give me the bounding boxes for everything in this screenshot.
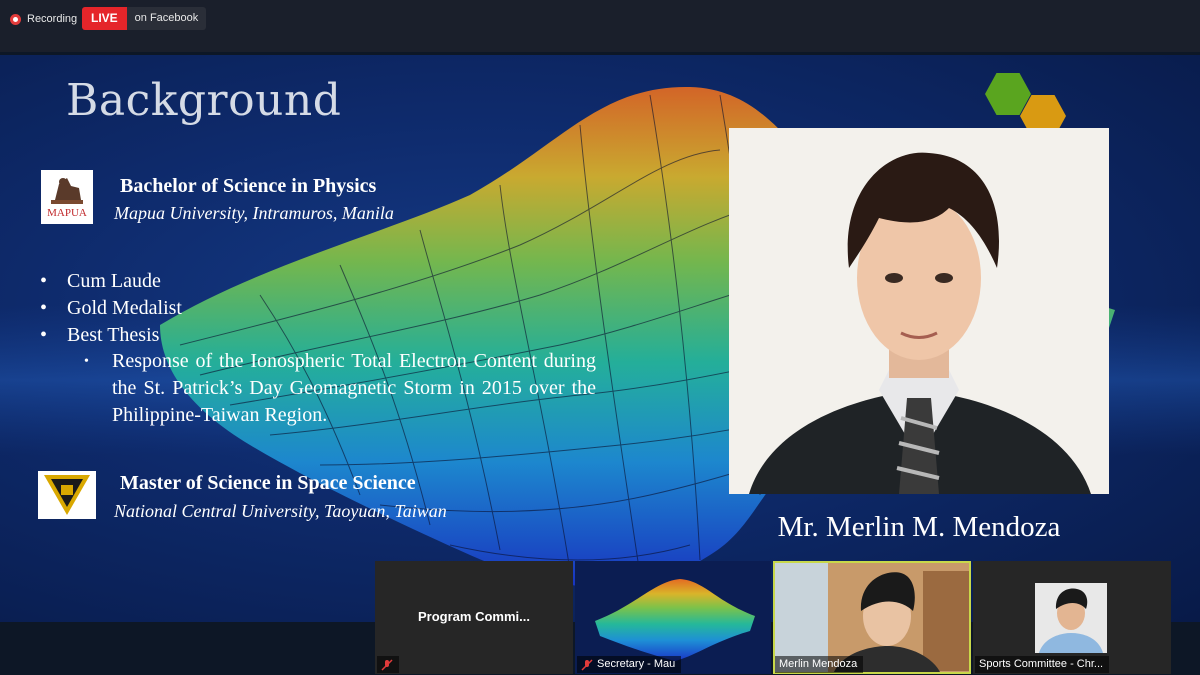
live-stream-indicator[interactable]: LIVE on Facebook <box>82 7 207 30</box>
bachelor-degree: Bachelor of Science in Physics <box>120 175 377 197</box>
recording-indicator[interactable]: Recording <box>10 9 77 29</box>
master-degree: Master of Science in Space Science <box>120 472 416 494</box>
live-destination: on Facebook <box>134 12 199 24</box>
participant-tile[interactable]: Secretary - Mau <box>575 561 771 674</box>
meeting-top-bar: Recording LIVE on Facebook <box>0 0 1200 52</box>
speaker-photo <box>729 128 1109 494</box>
honors-list: • Cum Laude • Gold Medalist • Best Thesis <box>40 268 182 349</box>
slide-title: Background <box>66 75 342 126</box>
participant-label <box>377 656 399 673</box>
shared-slide: Background MAPUA Bachelor of Science in … <box>0 55 1200 622</box>
participant-tile[interactable]: Sports Committee - Chr... <box>973 561 1171 674</box>
mapua-university-logo: MAPUA <box>41 170 93 224</box>
list-item: • Gold Medalist <box>40 297 182 319</box>
thesis-title: • Response of the Ionospheric Total Elec… <box>84 350 596 426</box>
participant-name: Program Commi... <box>418 609 530 624</box>
participant-label: Secretary - Mau <box>577 656 682 673</box>
speaker-name: Mr. Merlin M. Mendoza <box>777 511 1061 543</box>
participant-tile-active-speaker[interactable]: Merlin Mendoza <box>773 561 971 674</box>
list-item: • Cum Laude <box>40 270 161 292</box>
participant-label: Merlin Mendoza <box>775 656 864 673</box>
participant-tile[interactable]: Program Commi... <box>375 561 573 674</box>
list-item: • Best Thesis <box>40 324 160 346</box>
master-school: National Central University, Taoyuan, Ta… <box>114 501 447 521</box>
recording-label: Recording <box>27 13 78 25</box>
muted-mic-icon <box>581 658 593 671</box>
svg-text:MAPUA: MAPUA <box>47 207 87 219</box>
live-badge: LIVE <box>82 7 127 30</box>
record-icon <box>10 13 21 25</box>
participant-label: Sports Committee - Chr... <box>975 656 1110 673</box>
muted-mic-icon <box>381 658 393 671</box>
bachelor-school: Mapua University, Intramuros, Manila <box>114 203 394 223</box>
ncu-logo <box>38 471 96 519</box>
